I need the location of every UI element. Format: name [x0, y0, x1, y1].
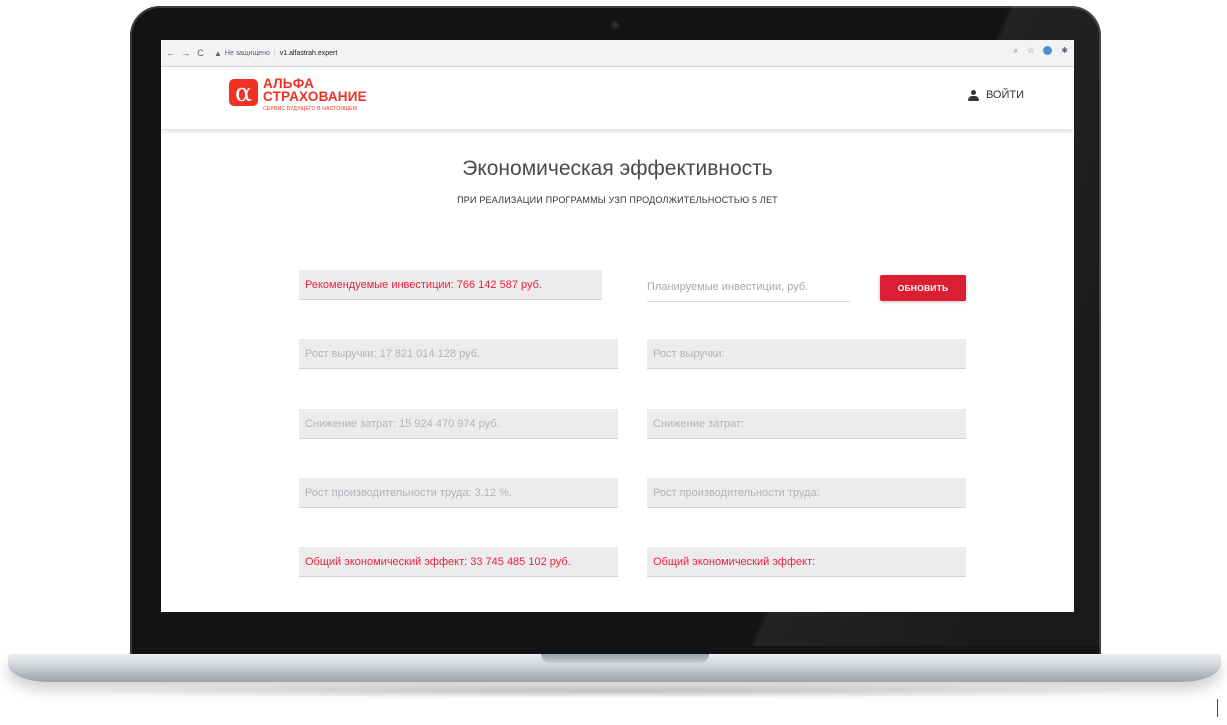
recommended-productivity-field: Рост производительности труда: 3.12 %. — [299, 478, 618, 508]
logo-line-2: СТРАХОВАНИЕ — [263, 89, 367, 104]
recommended-revenue-growth-field: Рост выручки: 17 821 014 128 руб. — [299, 339, 618, 369]
laptop-shadow — [60, 684, 1170, 698]
browser-actions: ⌕ ☆ ✱ — [1014, 46, 1068, 56]
alfa-logo[interactable]: α АЛЬФА СТРАХОВАНИЕ СЕРВИС БУДУЩЕГО В НА… — [229, 77, 367, 112]
update-button[interactable]: ОБНОВИТЬ — [880, 275, 966, 301]
planned-productivity-field: Рост производительности труда: — [647, 478, 966, 508]
recommended-cost-reduction-field: Снижение затрат: 15 924 470 974 руб. — [299, 409, 618, 439]
page-subtitle: ПРИ РЕАЛИЗАЦИИ ПРОГРАММЫ УЗП ПРОДОЛЖИТЕЛ… — [457, 195, 778, 206]
recommended-investments-field: Рекомендуемые инвестиции: 766 142 587 ру… — [299, 270, 602, 300]
address-separator: | — [273, 49, 276, 57]
zoom-icon[interactable]: ⌕ — [1014, 46, 1018, 56]
page-title: Экономическая эффективность — [462, 157, 773, 180]
text-cursor — [1217, 699, 1218, 717]
laptop-base — [8, 654, 1221, 682]
login-button[interactable]: ВОЙТИ — [967, 89, 1024, 101]
address-bar[interactable]: ▲ Не защищено | v1.alfastrah.expert — [214, 45, 337, 61]
url-text[interactable]: v1.alfastrah.expert — [280, 50, 338, 57]
logo-tagline: СЕРВИС БУДУЩЕГО В НАСТОЯЩЕМ — [263, 106, 358, 112]
planned-cost-reduction-field: Снижение затрат: — [647, 409, 966, 439]
laptop-base-notch — [541, 654, 709, 663]
security-status: Не защищено — [224, 49, 270, 57]
user-icon — [967, 89, 979, 101]
browser-screen: ← → C ▲ Не защищено | v1.alfastrah.exper… — [161, 40, 1074, 612]
planned-total-effect-field: Общий экономический эффект: — [647, 547, 966, 577]
extension-icon[interactable] — [1043, 46, 1053, 55]
recommended-total-effect-field: Общий экономический эффект: 33 745 485 1… — [299, 547, 618, 577]
main-content: Экономическая эффективность ПРИ РЕАЛИЗАЦ… — [161, 157, 1074, 205]
login-label: ВОЙТИ — [985, 89, 1024, 101]
planned-investments-input[interactable] — [647, 273, 850, 302]
logo-text: АЛЬФА СТРАХОВАНИЕ СЕРВИС БУДУЩЕГО В НАСТ… — [263, 77, 367, 112]
back-icon[interactable]: ← — [165, 48, 176, 58]
camera-icon — [610, 20, 620, 30]
warning-icon: ▲ — [214, 48, 222, 58]
bookmark-star-icon[interactable]: ☆ — [1027, 46, 1034, 56]
reload-icon[interactable]: C — [195, 48, 206, 58]
site-header: α АЛЬФА СТРАХОВАНИЕ СЕРВИС БУДУЩЕГО В НА… — [161, 67, 1074, 129]
puzzle-icon[interactable]: ✱ — [1061, 46, 1068, 56]
forward-icon[interactable]: → — [180, 48, 191, 58]
planned-revenue-growth-field: Рост выручки: — [647, 339, 966, 369]
alfa-logo-icon: α — [229, 79, 258, 106]
browser-toolbar: ← → C ▲ Не защищено | v1.alfastrah.exper… — [161, 40, 1074, 67]
